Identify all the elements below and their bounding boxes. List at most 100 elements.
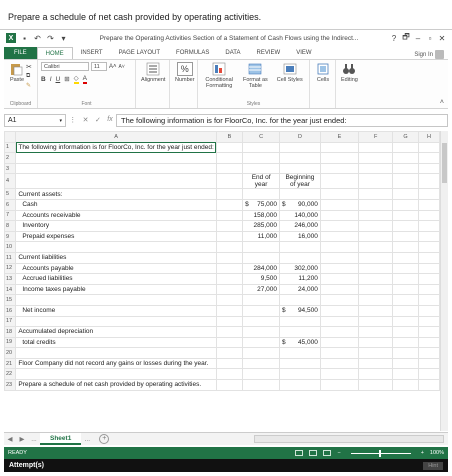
prev-sheet-icon[interactable]: ◀	[4, 435, 16, 443]
row-header[interactable]: 13	[4, 273, 17, 285]
cell-f18[interactable]	[358, 326, 394, 338]
cell-e17[interactable]	[319, 315, 360, 328]
cell-c2[interactable]	[242, 152, 281, 164]
sign-in-link[interactable]: Sign In	[414, 50, 448, 59]
cell-b7[interactable]	[215, 209, 244, 222]
cell-h17[interactable]	[417, 315, 440, 328]
cell-a11[interactable]: Current liabilities	[15, 251, 217, 264]
cell-g23[interactable]	[392, 379, 419, 391]
cell-h1[interactable]	[417, 141, 440, 154]
cell-d23[interactable]	[279, 379, 321, 391]
cell-a3[interactable]	[15, 162, 217, 175]
cell-c18[interactable]	[242, 326, 281, 338]
tab-data[interactable]: DATA	[217, 47, 248, 59]
cell-e7[interactable]	[319, 209, 360, 222]
cell-c17[interactable]	[242, 315, 281, 328]
scroll-thumb[interactable]	[442, 143, 447, 183]
page-layout-view-icon[interactable]	[309, 450, 318, 456]
row-header[interactable]: 15	[4, 294, 17, 306]
cell-h7[interactable]	[417, 209, 440, 222]
cell-f10[interactable]	[358, 241, 394, 253]
cell-b13[interactable]	[215, 273, 244, 285]
undo-icon[interactable]: ↶	[33, 34, 42, 43]
minimize-button[interactable]: –	[412, 34, 424, 43]
cell-c15[interactable]	[242, 294, 281, 306]
next-sheet-icon[interactable]: ▶	[16, 435, 28, 443]
column-header-a[interactable]: A	[15, 131, 217, 143]
cell-d4[interactable]: Beginning of year	[279, 173, 321, 190]
hint-button[interactable]: Hint	[423, 461, 443, 470]
cell-g14[interactable]	[392, 283, 419, 296]
cell-c5[interactable]	[242, 188, 281, 200]
cell-h3[interactable]	[417, 162, 440, 175]
column-header-e[interactable]: E	[319, 131, 360, 143]
cell-d16[interactable]: $94,500	[279, 304, 321, 317]
cell-c6[interactable]: $75,000	[242, 198, 281, 211]
cell-g19[interactable]	[392, 336, 419, 349]
cell-b23[interactable]	[215, 379, 244, 391]
insert-function-button[interactable]: fx	[107, 116, 112, 124]
cell-g13[interactable]	[392, 273, 419, 285]
cell-f16[interactable]	[358, 304, 394, 317]
page-break-view-icon[interactable]	[323, 450, 332, 456]
column-header-d[interactable]: D	[279, 131, 321, 143]
zoom-in-icon[interactable]: +	[421, 450, 424, 456]
cell-g8[interactable]	[392, 220, 419, 232]
cell-g10[interactable]	[392, 241, 419, 253]
cell-a4[interactable]	[15, 173, 217, 190]
cell-h13[interactable]	[417, 273, 440, 285]
cell-e8[interactable]	[319, 220, 360, 232]
tab-formulas[interactable]: FORMULAS	[168, 47, 217, 59]
column-header-g[interactable]: G	[392, 131, 419, 143]
row-header[interactable]: 6	[4, 198, 17, 211]
zoom-out-icon[interactable]: −	[337, 450, 340, 456]
cell-b12[interactable]	[215, 262, 244, 275]
column-header-b[interactable]: B	[215, 131, 244, 143]
tab-review[interactable]: REVIEW	[249, 47, 289, 59]
cell-a16[interactable]: Net income	[15, 304, 217, 317]
cell-c11[interactable]	[242, 251, 281, 264]
cell-f21[interactable]	[358, 357, 394, 370]
cell-a7[interactable]: Accounts receivable	[15, 209, 217, 222]
cell-f12[interactable]	[358, 262, 394, 275]
cell-b18[interactable]	[215, 326, 244, 338]
shrink-font-icon[interactable]: A˅	[119, 64, 125, 70]
cell-d17[interactable]	[279, 315, 321, 328]
cell-h18[interactable]	[417, 326, 440, 338]
cut-icon[interactable]: ✂	[26, 63, 32, 71]
row-header[interactable]: 5	[4, 188, 17, 200]
cell-c10[interactable]	[242, 241, 281, 253]
row-header[interactable]: 21	[4, 357, 17, 370]
cell-h12[interactable]	[417, 262, 440, 275]
cell-a5[interactable]: Current assets:	[15, 188, 217, 200]
cell-e12[interactable]	[319, 262, 360, 275]
cell-g1[interactable]	[392, 141, 419, 154]
cell-g15[interactable]	[392, 294, 419, 306]
cell-c20[interactable]	[242, 347, 281, 359]
close-button[interactable]: ✕	[436, 34, 448, 43]
help-button[interactable]: ?	[388, 34, 400, 43]
number-button[interactable]: % Number	[175, 62, 195, 83]
cell-e2[interactable]	[319, 152, 360, 164]
cell-f8[interactable]	[358, 220, 394, 232]
cell-f13[interactable]	[358, 273, 394, 285]
cell-a6[interactable]: Cash	[15, 198, 217, 211]
cell-c12[interactable]: 284,000	[242, 262, 281, 275]
cell-f17[interactable]	[358, 315, 394, 328]
cell-e11[interactable]	[319, 251, 360, 264]
cell-a19[interactable]: total credits	[15, 336, 217, 349]
row-header[interactable]: 22	[4, 368, 17, 381]
select-all-corner[interactable]	[4, 131, 17, 143]
row-header[interactable]: 7	[4, 209, 17, 222]
cell-h4[interactable]	[417, 173, 440, 190]
cell-e20[interactable]	[319, 347, 360, 359]
column-header-h[interactable]: H	[417, 131, 440, 143]
cell-f14[interactable]	[358, 283, 394, 296]
name-box[interactable]: A1 ▾	[4, 113, 66, 127]
conditional-formatting-button[interactable]: Conditional Formatting	[203, 62, 235, 106]
font-color-icon[interactable]: A	[82, 75, 88, 84]
font-name-select[interactable]: Calibri	[41, 62, 89, 71]
cells-button[interactable]: Cells	[315, 62, 331, 83]
cell-a21[interactable]: Floor Company did not record any gains o…	[15, 357, 217, 370]
tab-page-layout[interactable]: PAGE LAYOUT	[111, 47, 168, 59]
